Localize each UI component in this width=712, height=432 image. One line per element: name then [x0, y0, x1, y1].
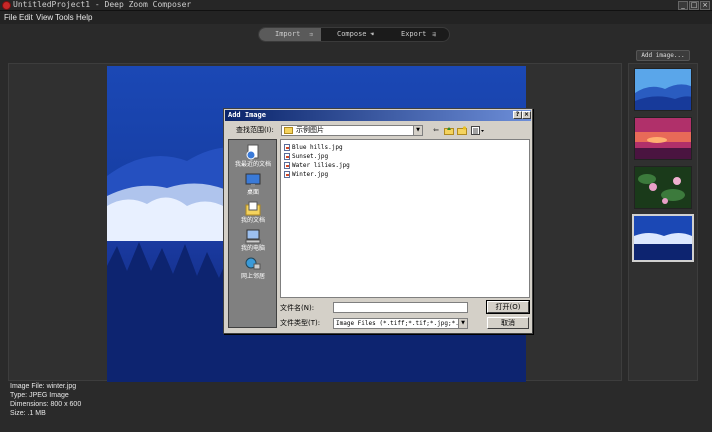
tab-export-label: Export [401, 30, 427, 38]
file-name: Blue hills.jpg [292, 144, 343, 151]
folder-icon [284, 127, 293, 134]
tab-import-label: Import [275, 30, 301, 38]
file-name: Sunset.jpg [292, 153, 329, 160]
file-name: Water lilies.jpg [292, 162, 350, 169]
place-my-computer[interactable]: 我的电脑 [229, 228, 277, 258]
network-icon [245, 257, 261, 270]
tab-export[interactable]: Export ⇶ [385, 28, 450, 41]
thumbnail-blue-hills[interactable] [634, 68, 692, 111]
image-file-icon [284, 171, 290, 178]
file-type-label: 文件类型(T): [280, 319, 321, 327]
info-type: Type: JPEG Image [10, 392, 69, 399]
info-size: Size: .1 MB [10, 410, 46, 417]
places-bar: 我最近的文档 桌面 我的文档 我的电脑 网上邻居 [228, 139, 277, 328]
menu-file[interactable]: File [4, 12, 17, 23]
menu-edit[interactable]: Edit [19, 12, 33, 23]
tab-compose-label: Compose [337, 30, 367, 38]
import-icon: ⇉ [309, 31, 313, 38]
add-image-dialog: Add Image ? × 查找范围(I): 示例图片 ▼ ⇐ 我最近的文档 桌… [223, 108, 533, 334]
file-name-label: 文件名(N): [280, 304, 315, 312]
my-documents-icon [245, 201, 261, 216]
tab-compose[interactable]: Compose ☚ [321, 28, 385, 41]
file-list[interactable]: Blue hills.jpg Sunset.jpg Water lilies.j… [280, 139, 530, 298]
chevron-down-icon[interactable]: ▼ [458, 319, 467, 328]
info-dimensions: Dimensions: 800 x 600 [10, 401, 82, 408]
desktop-icon [245, 173, 261, 187]
look-in-select[interactable]: 示例图片 ▼ [281, 125, 423, 136]
chevron-down-icon[interactable]: ▼ [413, 126, 422, 135]
look-in-value: 示例图片 [296, 126, 324, 134]
new-folder-icon[interactable] [457, 126, 467, 135]
image-file-icon [284, 162, 290, 169]
close-button[interactable]: × [700, 1, 710, 10]
minimize-button[interactable]: _ [678, 1, 688, 10]
place-label: 我的文档 [240, 217, 265, 224]
place-network[interactable]: 网上邻居 [229, 256, 277, 286]
add-image-button[interactable]: Add image... [636, 50, 690, 61]
thumbnail-sunset[interactable] [634, 117, 692, 160]
thumbnail-winter[interactable] [632, 214, 694, 262]
image-file-icon [284, 153, 290, 160]
mode-tabs: Import ⇉ Compose ☚ Export ⇶ [258, 27, 450, 42]
place-recent-documents[interactable]: 我最近的文档 [229, 144, 277, 174]
thumbnail-water-lilies[interactable] [634, 166, 692, 209]
thumbnail-strip [628, 63, 698, 381]
image-info: Image File: winter.jpg Type: JPEG Image … [10, 382, 81, 418]
my-computer-icon [245, 229, 261, 244]
place-label: 桌面 [246, 189, 259, 196]
menu-help[interactable]: Help [76, 12, 92, 23]
file-name-input[interactable] [333, 302, 468, 313]
file-type-value: Image Files (*.tiff;*.tif;*.jpg;*.bmp [336, 320, 468, 327]
image-file-icon [284, 144, 290, 151]
back-arrow-icon[interactable]: ⇐ [431, 126, 441, 135]
place-label: 网上邻居 [240, 273, 265, 280]
menu-view[interactable]: View [36, 12, 53, 23]
export-icon: ⇶ [432, 31, 436, 38]
title-bar: UntitledProject1 - Deep Zoom Composer _ … [0, 0, 712, 11]
place-my-documents[interactable]: 我的文档 [229, 200, 277, 230]
maximize-button[interactable]: □ [689, 1, 699, 10]
compose-hand-icon: ☚ [370, 31, 374, 38]
place-label: 我的电脑 [240, 245, 265, 252]
up-folder-icon[interactable] [444, 126, 454, 135]
window-title: UntitledProject1 - Deep Zoom Composer [13, 0, 192, 9]
view-menu-icon[interactable] [471, 126, 485, 135]
cancel-button[interactable]: 取消 [487, 317, 529, 329]
place-label: 我最近的文档 [234, 161, 271, 168]
look-in-label: 查找范围(I): [236, 126, 274, 134]
dialog-help-button[interactable]: ? [513, 111, 522, 119]
app-icon [2, 1, 11, 10]
file-name: Winter.jpg [292, 171, 329, 178]
info-file: Image File: winter.jpg [10, 383, 77, 390]
menu-tools[interactable]: Tools [55, 12, 74, 23]
dialog-title: Add Image [228, 111, 266, 119]
menu-bar: File Edit View Tools Help [0, 11, 712, 24]
file-type-select[interactable]: Image Files (*.tiff;*.tif;*.jpg;*.bmp ▼ [333, 318, 468, 329]
recent-documents-icon [246, 144, 259, 160]
tab-import[interactable]: Import ⇉ [259, 28, 321, 41]
place-desktop[interactable]: 桌面 [229, 172, 277, 202]
open-button[interactable]: 打开(O) [486, 300, 530, 314]
dialog-close-button[interactable]: × [522, 111, 531, 119]
dialog-title-bar: Add Image ? × [225, 110, 531, 121]
